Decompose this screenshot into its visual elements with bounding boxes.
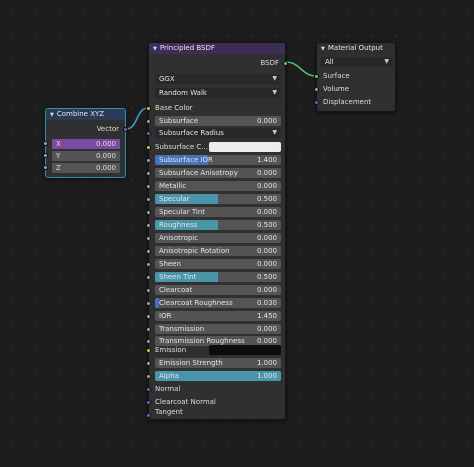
alpha-socket[interactable] [146,374,151,379]
subsurface-color-socket[interactable] [146,145,151,150]
subsurface-ior-field[interactable]: Subsurface IOR 1.400 [155,155,281,165]
emission-socket[interactable] [146,348,151,353]
collapse-chevron-icon[interactable]: ▼ [50,112,54,118]
z-field[interactable]: Z 0.000 [52,163,120,173]
ior-socket[interactable] [146,314,151,319]
link-bsdf-to-surface [285,61,317,77]
material-output-title: Material Output [327,44,383,52]
subsurface-color-swatch[interactable] [209,142,281,152]
chevron-down-icon: ▼ [384,58,389,65]
anisotropic-rotation-field[interactable]: Anisotropic Rotation 0.000 [155,246,281,256]
displacement-label: Displacement [323,98,372,106]
target-dropdown[interactable]: All ▼ [321,57,393,67]
subsurface-anisotropy-field[interactable]: Subsurface Anisotropy 0.000 [155,168,281,178]
metallic-field[interactable]: Metallic 0.000 [155,181,281,191]
normal-socket[interactable] [146,387,151,392]
transmission-socket[interactable] [146,327,151,332]
subsurface-method-dropdown[interactable]: Random Walk ▼ [155,88,281,98]
combine-xyz-node[interactable]: ▼ Combine XYZ Vector X 0.000 Y 0.000 Z 0.… [43,108,128,178]
emission-strength-socket[interactable] [146,361,151,366]
specular-tint-field[interactable]: Specular Tint 0.000 [155,207,281,217]
combine-xyz-header[interactable]: ▼ Combine XYZ [46,109,125,120]
distribution-dropdown[interactable]: GGX ▼ [155,74,281,84]
surface-label: Surface [323,72,350,80]
y-input-socket[interactable] [43,153,48,158]
displacement-socket[interactable] [314,100,319,105]
metallic-socket[interactable] [146,184,151,189]
volume-label: Volume [323,85,350,93]
principled-bsdf-header[interactable]: ▼ Principled BSDF [149,43,285,54]
emission-color-swatch[interactable] [209,345,281,355]
vector-output-label: Vector [96,125,119,133]
bsdf-output-socket[interactable] [283,61,288,66]
collapse-chevron-icon[interactable]: ▼ [321,46,325,52]
specular-tint-socket[interactable] [146,210,151,215]
bsdf-output-label: BSDF [260,59,279,67]
chevron-down-icon: ▼ [272,75,277,82]
ior-field[interactable]: IOR 1.450 [155,311,281,321]
emission-strength-field[interactable]: Emission Strength 1.000 [155,358,281,368]
base-color-socket[interactable] [146,106,151,111]
anisotropic-field[interactable]: Anisotropic 0.000 [155,233,281,243]
vector-output-socket[interactable] [123,127,128,132]
anisotropic-socket[interactable] [146,236,151,241]
transmission-roughness-socket[interactable] [146,339,151,344]
sheen-field[interactable]: Sheen 0.000 [155,259,281,269]
subsurface-field[interactable]: Subsurface 0.000 [155,116,281,126]
anisotropic-rotation-socket[interactable] [146,249,151,254]
subsurface-ior-socket[interactable] [146,158,151,163]
subsurface-color-label: Subsurface C... [155,143,208,151]
transmission-field[interactable]: Transmission 0.000 [155,324,281,334]
material-output-header[interactable]: ▼ Material Output [317,43,395,54]
collapse-chevron-icon[interactable]: ▼ [153,46,157,52]
sheen-tint-field[interactable]: Sheen Tint 0.500 [155,272,281,282]
subsurface-radius-socket[interactable] [146,131,151,136]
specular-socket[interactable] [146,197,151,202]
chevron-down-icon: ▼ [272,129,277,136]
z-input-socket[interactable] [43,165,48,170]
base-color-label: Base Color [155,104,193,112]
specular-field[interactable]: Specular 0.500 [155,194,281,204]
subsurface-radius-dropdown[interactable]: Subsurface Radius ▼ [155,128,281,138]
sheen-tint-socket[interactable] [146,275,151,280]
tangent-label: Tangent [155,408,183,416]
principled-bsdf-title: Principled BSDF [159,44,215,52]
x-field[interactable]: X 0.000 [52,139,120,149]
y-field[interactable]: Y 0.000 [52,151,120,161]
x-input-socket[interactable] [43,141,48,146]
tangent-socket[interactable] [146,413,151,418]
surface-socket[interactable] [314,74,319,79]
clearcoat-socket[interactable] [146,288,151,293]
combine-xyz-title: Combine XYZ [56,110,105,118]
normal-label: Normal [155,385,181,393]
alpha-field[interactable]: Alpha 1.000 [155,371,281,381]
roughness-field[interactable]: Roughness 0.500 [155,220,281,230]
material-output-node[interactable]: ▼ Material Output All ▼ Surface Volume Dis… [314,42,396,112]
roughness-socket[interactable] [146,223,151,228]
subsurface-anisotropy-socket[interactable] [146,171,151,176]
emission-label: Emission [155,346,187,354]
sheen-socket[interactable] [146,262,151,267]
chevron-down-icon: ▼ [272,89,277,96]
clearcoat-roughness-field[interactable]: Clearcoat Roughness 0.030 [155,298,281,308]
clearcoat-roughness-socket[interactable] [146,301,151,306]
link-vector-to-base-color [125,107,149,130]
subsurface-socket[interactable] [146,119,151,124]
principled-bsdf-node[interactable]: ▼ Principled BSDF BSDF GGX ▼ Random Walk ▼ … [146,42,288,420]
clearcoat-field[interactable]: Clearcoat 0.000 [155,285,281,295]
clearcoat-normal-socket[interactable] [146,400,151,405]
volume-socket[interactable] [314,87,319,92]
